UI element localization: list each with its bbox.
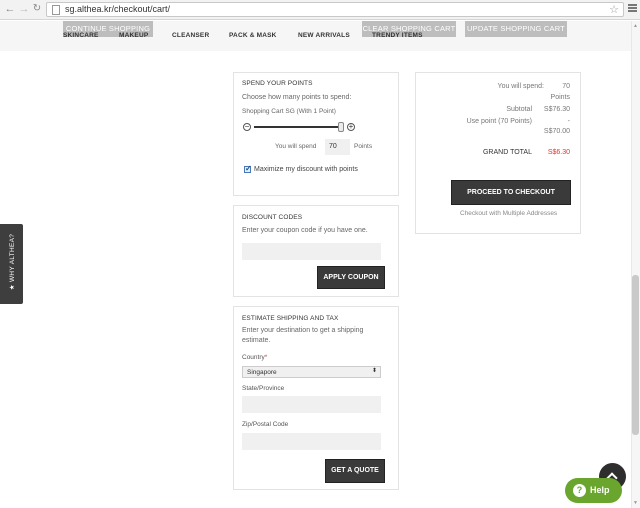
maximize-checkbox[interactable] [244,164,252,173]
multi-address-link[interactable]: Checkout with Multiple Addresses [460,210,557,217]
country-select[interactable]: Singapore ⬍ [242,366,381,378]
plus-icon[interactable]: + [347,123,355,131]
points-title: SPEND YOUR POINTS [242,80,313,87]
spend-label: You will spend [275,143,317,150]
spend-points-panel: SPEND YOUR POINTS Choose how many points… [233,72,399,196]
minus-icon[interactable]: − [243,123,251,131]
help-question-icon: ? [573,484,586,497]
use-point-value: S$70.00 [543,128,570,135]
shipping-prompt-line1: Enter your destination to get a shipping [242,327,364,334]
why-althea-label: ★ WHY ALTHEA? [9,233,16,291]
site-header: CONTINUE SHOPPING CLEAR SHOPPING CART UP… [0,21,640,51]
maximize-label[interactable]: Maximize my discount with points [254,166,358,173]
shipping-prompt-line2: estimate. [242,337,271,344]
summary-spend-unit: Points [550,94,570,101]
points-prompt: Choose how many points to spend: [242,94,352,101]
state-label: State/Province [242,385,285,392]
scroll-up-icon[interactable]: ▲ [633,23,638,29]
nav-cleanser[interactable]: CLEANSER [172,32,209,39]
discount-title: DISCOUNT CODES [242,214,303,221]
points-input[interactable]: 70 [325,139,350,155]
state-input[interactable] [242,396,381,413]
summary-spend-value: 70 [562,83,570,90]
browser-toolbar: ← → ↻ sg.althea.kr/checkout/cart/ ☆ [0,0,640,20]
get-quote-button[interactable]: GET A QUOTE [325,459,385,483]
shipping-title: ESTIMATE SHIPPING AND TAX [242,315,339,322]
slider-handle[interactable] [338,122,345,132]
zip-input[interactable] [242,433,381,450]
grand-total-label: GRAND TOTAL [482,149,532,156]
back-arrow-icon[interactable]: ← [4,3,16,15]
discount-codes-panel: DISCOUNT CODES Enter your coupon code if… [233,205,399,297]
coupon-input[interactable] [242,243,381,260]
nav-makeup[interactable]: MAKEUP [119,32,148,39]
proceed-to-checkout-button[interactable]: PROCEED TO CHECKOUT [451,180,571,205]
required-mark: * [264,354,268,361]
page-icon [52,5,60,15]
nav-trendy-items[interactable]: TRENDY ITEMS [372,32,423,39]
summary-spend-label: You will spend: [497,83,544,90]
scrollbar-thumb[interactable] [632,275,639,435]
update-cart-button[interactable]: UPDATE SHOPPING CART [465,21,567,37]
select-arrow-icon: ⬍ [371,368,377,374]
use-point-dash: - [567,118,570,125]
nav-new-arrivals[interactable]: NEW ARRIVALS [298,32,350,39]
country-label-text: Country [242,354,265,361]
why-althea-tab[interactable]: ★ WHY ALTHEA? [0,224,23,304]
address-bar[interactable]: sg.althea.kr/checkout/cart/ ☆ [46,2,624,17]
url-text: sg.althea.kr/checkout/cart/ [65,4,171,14]
help-button[interactable]: ? Help [565,478,622,503]
discount-prompt: Enter your coupon code if you have one. [242,227,368,234]
country-value: Singapore [247,369,277,376]
nav-pack-mask[interactable]: PACK & MASK [229,32,277,39]
subtotal-value: S$76.30 [543,106,570,113]
nav-skincare[interactable]: SKINCARE [63,32,99,39]
country-label: Country* [242,354,267,361]
zip-label: Zip/Postal Code [242,421,289,428]
apply-coupon-button[interactable]: APPLY COUPON [317,266,385,289]
points-slider[interactable] [254,126,344,128]
reload-icon[interactable]: ↻ [31,3,43,15]
browser-menu-icon[interactable] [628,4,637,13]
subtotal-label: Subtotal [506,106,532,113]
bookmark-star-icon[interactable]: ☆ [609,3,619,16]
cart-summary-panel: You will spend: 70 Points Subtotal S$76.… [415,72,581,234]
grand-total-value: S$6.30 [547,149,570,156]
help-label: Help [590,485,610,495]
estimate-shipping-panel: ESTIMATE SHIPPING AND TAX Enter your des… [233,306,399,490]
points-unit: Points [354,143,373,150]
forward-arrow-icon[interactable]: → [18,3,30,15]
points-rule: Shopping Cart SG (With 1 Point) [242,108,336,115]
scroll-down-icon[interactable]: ▼ [633,500,638,506]
use-point-label: Use point (70 Points) [466,118,532,125]
